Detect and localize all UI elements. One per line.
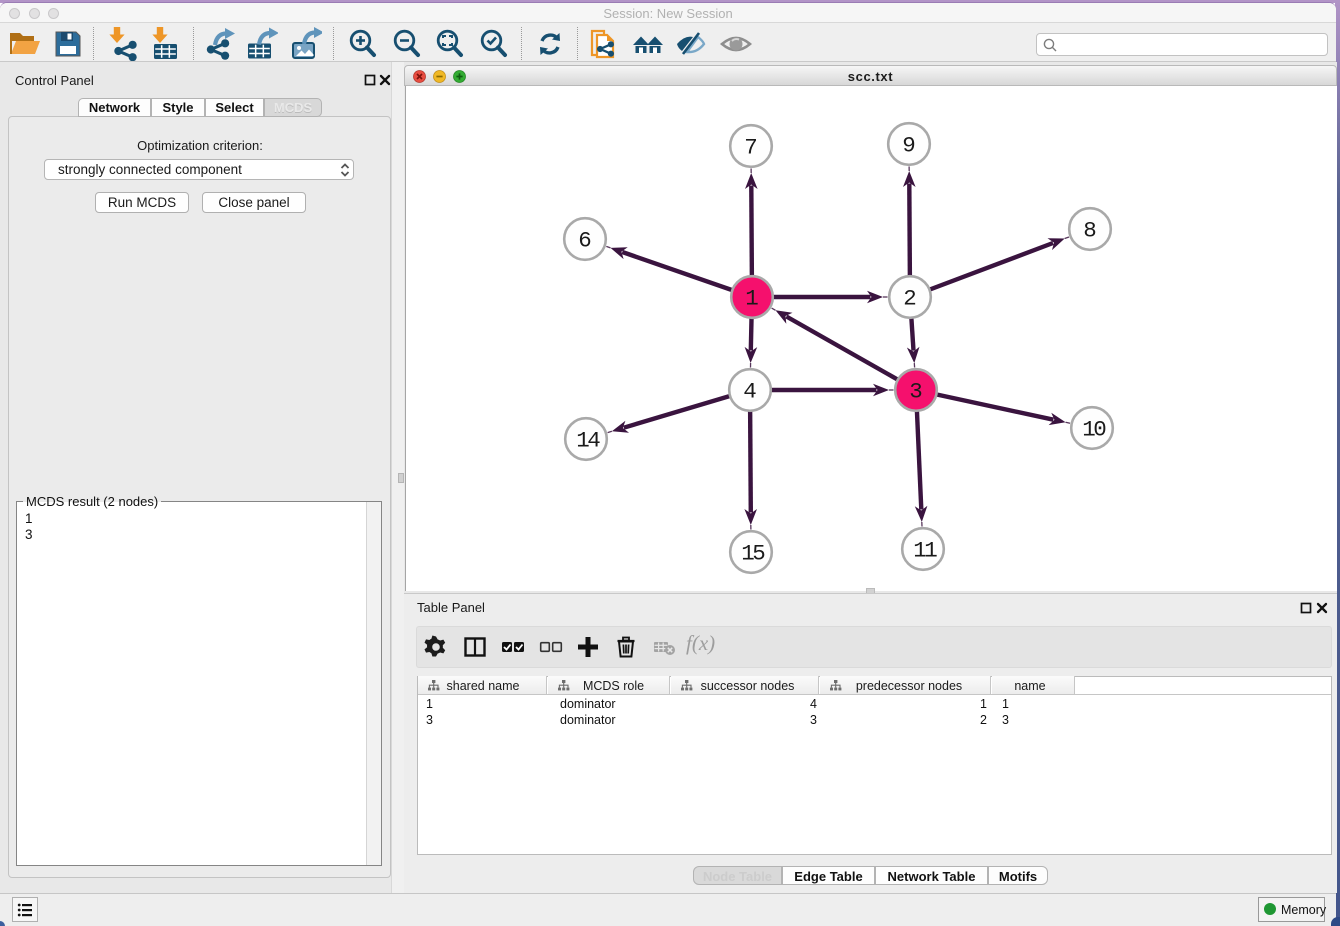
svg-text:15: 15: [741, 541, 765, 567]
svg-text:2: 2: [903, 286, 917, 312]
svg-text:3: 3: [909, 379, 923, 405]
svg-text:4: 4: [743, 379, 757, 405]
svg-text:1: 1: [745, 286, 759, 312]
svg-text:10: 10: [1082, 417, 1106, 443]
svg-text:14: 14: [576, 428, 600, 454]
svg-text:6: 6: [578, 228, 592, 254]
svg-text:7: 7: [744, 135, 758, 161]
svg-text:9: 9: [902, 133, 916, 159]
svg-text:8: 8: [1083, 218, 1097, 244]
svg-text:11: 11: [913, 538, 937, 564]
